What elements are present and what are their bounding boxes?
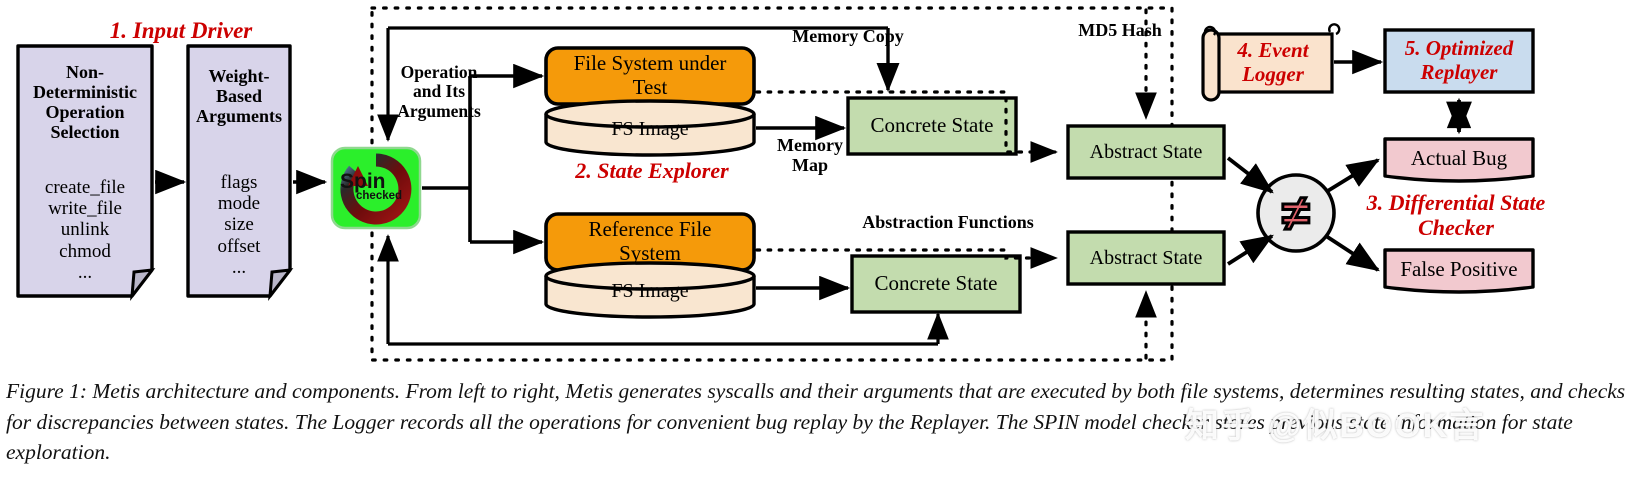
architecture-diagram: 1. Input Driver Non- Deterministic Opera… [0, 0, 1639, 370]
figure-root: 1. Input Driver Non- Deterministic Opera… [0, 0, 1639, 500]
concrete-state-top-box [846, 96, 1018, 156]
optimized-replayer-box [1383, 28, 1535, 94]
figure-caption: Figure 1: Metis architecture and compone… [6, 379, 1626, 465]
abstract-state-top-box [1066, 124, 1226, 180]
nondeterministic-operation-doc [16, 44, 154, 298]
weight-based-arguments-doc [186, 44, 292, 298]
false-positive-shape [1383, 248, 1535, 294]
event-logger-scroll-body [1210, 32, 1334, 94]
concrete-state-bottom-box [850, 254, 1022, 314]
actual-bug-shape [1383, 137, 1535, 183]
file-system-under-test-box [544, 46, 756, 106]
event-logger-scroll-left-roll [1201, 28, 1221, 102]
state-explorer-boundary [370, 6, 1174, 362]
abstract-state-bottom-box [1066, 230, 1226, 286]
